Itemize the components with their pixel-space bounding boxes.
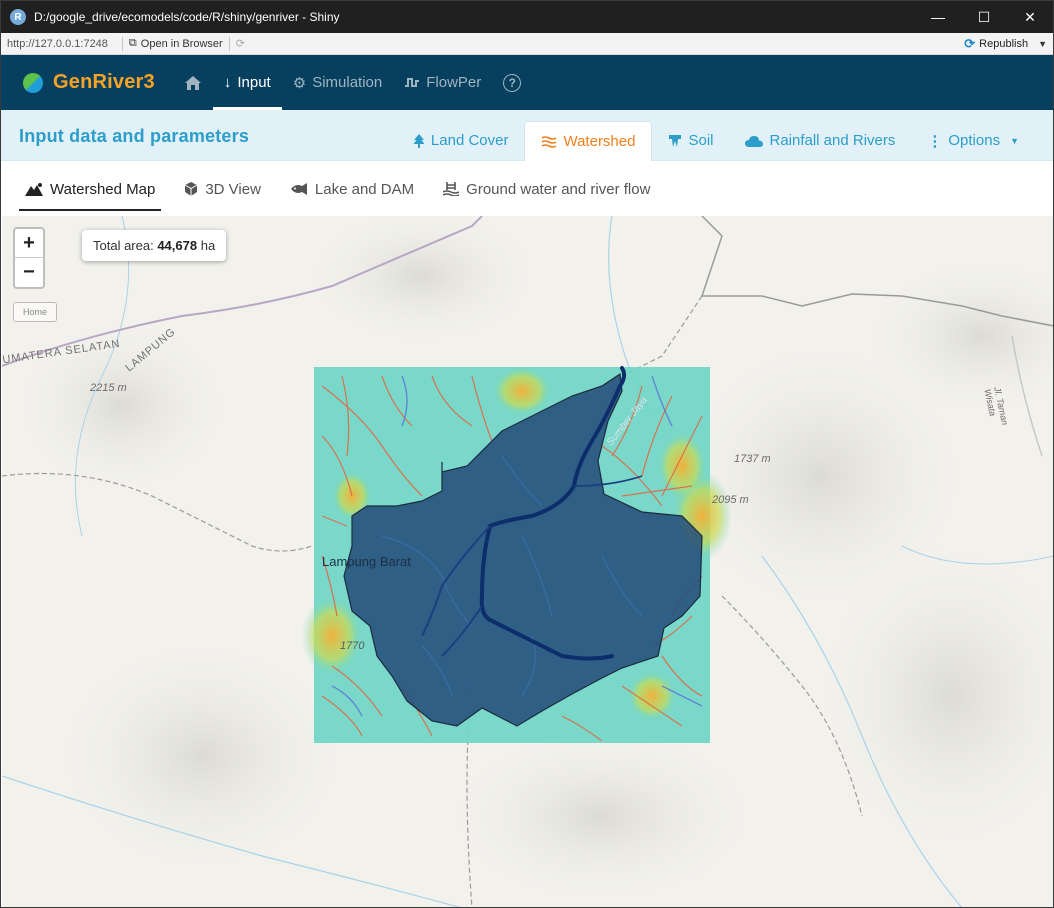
tab-rainfall-rivers[interactable]: Rainfall and Rivers [729, 121, 911, 160]
total-area-box: Total area: 44,678 ha [82, 230, 227, 261]
tab-soil[interactable]: Soil [652, 121, 729, 160]
water-ladder-icon [443, 182, 460, 196]
tab-land-cover-label: Land Cover [430, 132, 509, 149]
nav-input-label: Input [237, 74, 271, 91]
app-window: R D:/google_drive/ecomodels/code/R/shiny… [0, 0, 1054, 908]
tab-soil-label: Soil [688, 132, 714, 149]
tab-rainfall-rivers-label: Rainfall and Rivers [769, 132, 896, 149]
nav-help[interactable]: ? [492, 55, 532, 110]
republish-button[interactable]: ⟳ Republish [964, 36, 1028, 52]
elevation-label: 2095 m [712, 494, 749, 506]
subtab-watershed-map[interactable]: Watershed Map [19, 170, 162, 211]
help-icon: ? [503, 73, 522, 92]
gears-icon: ⚙ [292, 74, 307, 92]
tab-options-label: Options [948, 132, 1001, 149]
open-in-browser-button[interactable]: ⧉ Open in Browser [129, 37, 223, 50]
nav-flowper-label: FlowPer [426, 74, 482, 91]
address-bar: http://127.0.0.1:7248 ⧉ Open in Browser … [1, 33, 1053, 55]
refresh-icon[interactable]: ⟳ [236, 37, 245, 50]
mountain-icon [25, 183, 43, 196]
zoom-out-button[interactable]: − [15, 258, 43, 287]
tab-watershed[interactable]: Watershed [524, 121, 653, 161]
open-in-browser-label: Open in Browser [140, 37, 223, 50]
total-area-value: 44,678 [157, 238, 198, 253]
cube-icon [185, 182, 198, 196]
brand[interactable]: GenRiver3 [23, 55, 155, 110]
subtab-groundwater[interactable]: Ground water and river flow [437, 170, 656, 208]
wave-icon [405, 77, 420, 87]
nav-input[interactable]: ↓ Input [212, 55, 282, 110]
zoom-control: + − [13, 227, 45, 289]
genriver-logo-icon [23, 72, 43, 93]
window-title: D:/google_drive/ecomodels/code/R/shiny/g… [34, 10, 340, 24]
maximize-button[interactable]: ☐ [961, 1, 1007, 33]
republish-label: Republish [979, 37, 1029, 50]
nav-simulation-label: Simulation [312, 74, 383, 91]
nav-simulation[interactable]: ⚙ Simulation [282, 55, 394, 110]
page-title: Input data and parameters [19, 126, 250, 146]
chevron-down-icon[interactable]: ▼ [1038, 39, 1047, 49]
sub-tabs: Watershed Map 3D View Lake and DAM Groun… [1, 161, 1053, 217]
brand-name: GenRiver3 [53, 71, 155, 93]
subtab-lake-dam[interactable]: Lake and DAM [284, 170, 420, 208]
section-header: Input data and parameters Land Cover Wat… [1, 110, 1053, 161]
kebab-icon: ⋮ [927, 132, 943, 150]
soil-icon [669, 134, 682, 147]
elevation-label: 2215 m [90, 382, 127, 394]
nav-home[interactable] [173, 55, 213, 110]
main-navbar: GenRiver3 ↓ Input ⚙ Simulation FlowPer ? [1, 55, 1053, 110]
divider [228, 36, 230, 51]
divider [121, 36, 123, 51]
subtab-lake-dam-label: Lake and DAM [314, 180, 415, 198]
subtab-groundwater-label: Ground water and river flow [466, 180, 651, 198]
cloud-icon [745, 135, 764, 147]
tab-options[interactable]: ⋮ Options ▼ [911, 121, 1035, 160]
arrow-down-icon: ↓ [223, 74, 232, 91]
home-icon [184, 75, 201, 90]
total-area-label: Total area: [93, 238, 154, 253]
elevation-label: 1770 [340, 640, 365, 652]
subtab-3d-view[interactable]: 3D View [178, 170, 267, 208]
zoom-in-button[interactable]: + [15, 229, 43, 258]
watershed-map[interactable]: UMATERA SELATAN LAMPUNG 2215 m 1737 m 20… [2, 216, 1053, 907]
url-text: http://127.0.0.1:7248 [7, 37, 108, 50]
close-button[interactable]: ✕ [1007, 1, 1053, 33]
minimize-button[interactable]: — [915, 1, 961, 33]
tree-icon [413, 133, 425, 148]
header-tabs: Land Cover Watershed Soil Rainfall and R… [397, 121, 1053, 161]
subtab-watershed-map-label: Watershed Map [50, 180, 156, 198]
total-area-unit: ha [200, 238, 216, 253]
republish-icon: ⟳ [964, 35, 976, 51]
title-bar: R D:/google_drive/ecomodels/code/R/shiny… [1, 1, 1053, 33]
subtab-3d-view-label: 3D View [205, 180, 261, 198]
tab-land-cover[interactable]: Land Cover [397, 121, 525, 160]
elevation-label: 1737 m [734, 453, 771, 465]
browser-icon: ⧉ [128, 37, 137, 49]
nav-flowper[interactable]: FlowPer [393, 55, 492, 110]
fish-icon [290, 183, 307, 195]
r-app-icon: R [10, 9, 26, 25]
tab-watershed-label: Watershed [563, 133, 636, 150]
place-label: Lampung Barat [322, 554, 411, 569]
water-icon [542, 135, 557, 148]
basemap [2, 216, 1053, 907]
caret-down-icon: ▼ [1010, 135, 1019, 146]
map-home-button[interactable]: Home [13, 302, 57, 322]
